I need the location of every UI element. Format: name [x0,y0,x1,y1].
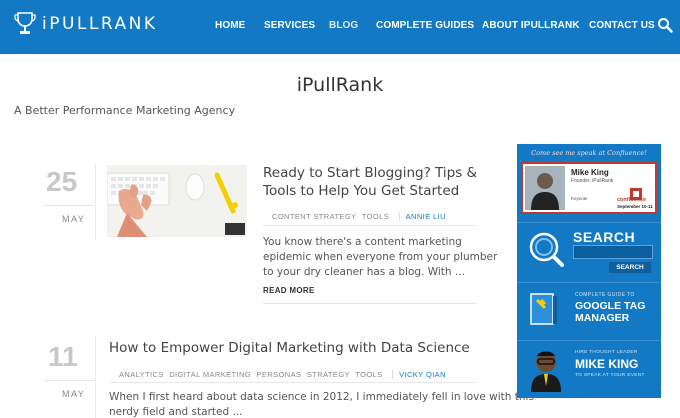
search-icon[interactable] [657,17,673,33]
category-link[interactable]: TOOLS [362,212,389,221]
read-more-link[interactable]: READ MORE [263,286,315,295]
author-link[interactable]: ANNIE LIU [398,212,446,221]
sidebar-divider [517,340,661,341]
nav-blog[interactable]: BLOG [329,20,358,31]
post-date-day: 11 [48,341,78,372]
nav-complete-guides[interactable]: COMPLETE GUIDES [376,20,474,31]
book-icon [530,293,557,325]
guide-title-line: MANAGER [575,312,630,324]
post-title-line: Tools to Help You Get Started [263,183,460,199]
logo-wordmark: iPULLRANK [42,14,158,34]
category-link[interactable]: TOOLS [355,370,382,379]
category-link[interactable]: DIGITAL MARKETING [169,370,251,379]
nav-about[interactable]: ABOUT IPULLRANK [482,20,580,31]
excerpt-line: to your dry cleaner has a blog. With ... [263,266,465,278]
post-divider [263,303,477,304]
post-title-line: How to Empower Digital Marketing with Da… [109,340,470,356]
nav-home[interactable]: HOME [215,20,245,31]
category-link[interactable]: STRATEGY [307,370,350,379]
sidebar-search-button[interactable]: SEARCH [609,262,651,273]
event-name: confluence [617,197,647,203]
post-date-day: 25 [46,166,78,197]
conference-heading: Come see me speak at Confluence! [531,149,647,157]
sidebar-widget: Come see me speak at Confluence! Mike Ki… [517,144,661,398]
date-separator [95,336,96,418]
category-link[interactable]: PERSONAS [257,370,302,379]
excerpt-line: When I first heard about data science in… [109,391,534,403]
conference-card: Mike King Founder, iPullRank Keynote con… [521,162,657,214]
session-type: Keynote [571,196,588,201]
site-logo[interactable]: iPULLRANK [14,11,157,37]
desk-photo-image [107,165,247,237]
date-divider [44,380,94,381]
hire-footer: TO SPEAK AT YOUR EVENT [575,373,645,378]
nav-services[interactable]: SERVICES [264,20,315,31]
excerpt-line: epidemic when everyone from your plumber [263,251,498,263]
post-meta: ANALYTICS DIGITAL MARKETING PERSONAS STR… [119,370,446,379]
category-link[interactable]: CONTENT STRATEGY [272,212,356,221]
nav-contact[interactable]: CONTACT US [589,20,655,31]
sidebar-search-input[interactable] [573,245,653,259]
meta-divider [109,382,477,383]
event-dates: September 10-11 [617,204,653,209]
guide-subtitle: COMPLETE GUIDE TO [575,292,635,298]
post-date-month: MAY [62,214,86,224]
site-tagline: A Better Performance Marketing Agency [14,104,236,117]
page-title: iPullRank [296,74,384,96]
author-link[interactable]: VICKY QIAN [392,370,446,379]
trophy-logo-icon [14,12,36,34]
speaker-role: Founder, iPullRank [571,178,614,184]
post-title[interactable]: Ready to Start Blogging? Tips & Tools to… [263,164,477,200]
post-meta: CONTENT STRATEGY TOOLS ANNIE LIU [272,212,446,221]
post-date-month: MAY [62,389,86,399]
sidebar-divider [517,282,661,283]
guide-title: GOOGLE TAG MANAGER [575,300,659,324]
speaker-name: Mike King [571,168,609,177]
date-divider [44,205,94,206]
meta-divider [263,225,477,226]
post-thumbnail[interactable] [107,165,247,237]
hire-name: MIKE KING [575,357,639,371]
search-magnifier-icon [529,232,564,267]
guide-title-line: GOOGLE TAG [575,300,646,312]
hire-subtitle: HIRE THOUGHT LEADER [575,350,638,355]
sidebar-divider [517,222,661,223]
speaker-avatar-icon [531,351,561,392]
post-excerpt: You know there's a content marketing epi… [263,235,497,280]
date-separator [95,164,96,240]
post-excerpt: When I first heard about data science in… [109,390,534,418]
excerpt-line: You know there's a content marketing [263,236,462,248]
post-title-line: Ready to Start Blogging? Tips & [263,165,478,181]
category-link[interactable]: ANALYTICS [119,370,164,379]
search-widget-title: SEARCH [573,229,636,245]
site-header: iPULLRANK HOME SERVICES BLOG COMPLETE GU… [0,0,680,54]
speaker-photo [525,166,565,210]
post-title[interactable]: How to Empower Digital Marketing with Da… [109,339,470,357]
excerpt-line: nerdy field and started ... [109,406,243,418]
